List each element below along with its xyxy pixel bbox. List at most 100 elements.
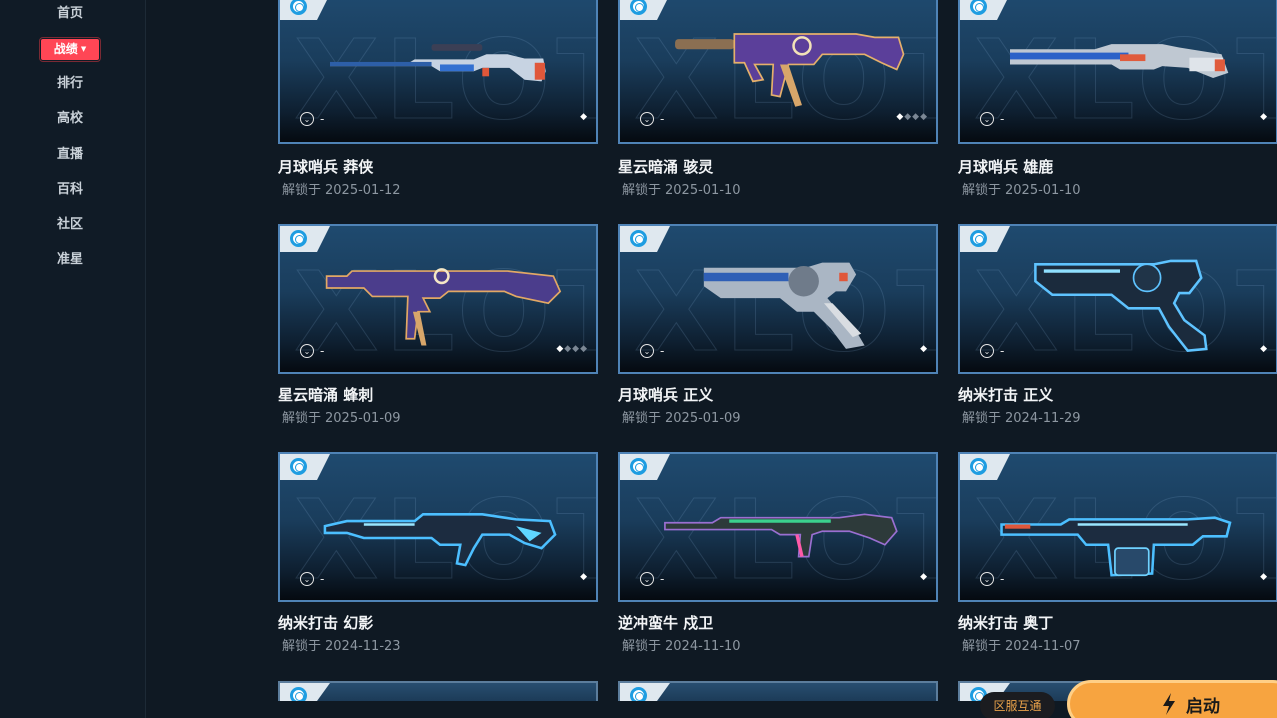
weapon-image xyxy=(664,513,898,558)
level-indicator: ◆ xyxy=(580,112,588,122)
skin-thumbnail[interactable]: XLOT ⌄ - ◆ xyxy=(958,452,1277,602)
level-indicator: ◆ xyxy=(1260,572,1268,582)
skin-card-partial[interactable] xyxy=(618,681,938,701)
skin-level-text: - xyxy=(320,572,325,586)
tier-ring-icon xyxy=(630,458,647,475)
weapon-image xyxy=(1034,259,1208,352)
skin-card[interactable]: XLOT ⌄ - ◆ 纳米打击 正义 解锁于2024-11-29 xyxy=(958,224,1277,426)
tier-ring-icon xyxy=(630,230,647,247)
sidebar-item-label: 首页 xyxy=(56,6,83,21)
skin-level-info: ⌄ - xyxy=(300,344,324,358)
launch-button[interactable]: 启动 xyxy=(1067,680,1277,718)
unlock-date-prefix: 解锁于 xyxy=(282,411,322,426)
skin-card[interactable]: XLOT ⌄ - ◆ 月球哨兵 雄鹿 解锁于2025-01-10 xyxy=(958,0,1277,198)
unlock-date-value: 2025-01-09 xyxy=(665,411,741,426)
skin-thumbnail[interactable]: XLOT ⌄ - ◆ xyxy=(618,452,938,602)
chevron-down-icon: ▼ xyxy=(80,45,87,53)
unlock-date: 解锁于 2025-01-09 xyxy=(278,407,401,426)
sidebar-item-community[interactable]: 社区 xyxy=(0,214,140,236)
sidebar-item-label: 百科 xyxy=(56,182,83,197)
skin-thumbnail[interactable]: XLOT ⌄ - ◆ xyxy=(618,224,938,374)
skin-thumbnail[interactable]: XLOT ⌄ - ◆ xyxy=(958,0,1277,144)
level-diamond-icon: ◆ xyxy=(564,344,573,354)
level-diamond-icon: ◆ xyxy=(1260,572,1268,582)
level-diamond-icon: ◆ xyxy=(580,112,588,122)
skin-level-text: - xyxy=(1000,344,1005,358)
skin-level-info: ⌄ - xyxy=(640,344,664,358)
skin-thumbnail[interactable]: XLOT ⌄ - ◆ xyxy=(958,224,1277,374)
unlock-date: 解锁于 2024-11-10 xyxy=(618,635,741,654)
skin-level-text: - xyxy=(660,572,665,586)
skin-level-text: - xyxy=(320,112,325,126)
unlock-date: 解锁于 2024-11-23 xyxy=(278,635,401,654)
sidebar-item-wiki[interactable]: 百科 xyxy=(0,179,140,201)
valorant-icon: ⌄ xyxy=(640,572,654,586)
skin-card[interactable]: XLOT ⌄ - ◆ 纳米打击 幻影 解锁于2024-11-23 xyxy=(278,452,598,654)
level-diamond-icon: ◆ xyxy=(904,112,913,122)
unlock-date-value: 2024-11-29 xyxy=(1005,411,1081,426)
unlock-date-value: 2024-11-07 xyxy=(1005,639,1081,654)
level-indicator: ◆ xyxy=(580,572,588,582)
unlock-date-value: 2024-11-10 xyxy=(665,639,741,654)
level-diamond-icon: ◆ xyxy=(1260,344,1268,354)
skin-card[interactable]: XLOT ⌄ - ◆◆◆◆ 星云暗涌 骇灵 解锁于2025-01-10 xyxy=(618,0,938,198)
sidebar-item-crosshair[interactable]: 准星 xyxy=(0,249,140,271)
region-interop-badge[interactable]: 区服互通 xyxy=(980,692,1055,718)
weapon-image xyxy=(323,513,557,567)
sidebar-item-ranking[interactable]: 排行 xyxy=(0,73,140,95)
weapon-image xyxy=(330,44,546,82)
skin-card[interactable]: XLOT ⌄ - ◆◆◆◆ 星云暗涌 蜂刺 解锁于2025-01-09 xyxy=(278,224,598,426)
skin-thumbnail[interactable]: XLOT ⌄ - ◆ xyxy=(278,0,598,144)
skin-name: 逆冲蛮牛 戍卫 xyxy=(618,614,714,632)
valorant-icon: ⌄ xyxy=(300,572,314,586)
unlock-date: 解锁于 2025-01-10 xyxy=(618,179,741,198)
skin-card[interactable]: XLOT ⌄ - ◆ 纳米打击 奥丁 解锁于2024-11-07 xyxy=(958,452,1277,654)
skin-name: 星云暗涌 蜂刺 xyxy=(278,386,374,404)
sidebar: 首页 战绩 ▼ 排行 高校 直播 百科 社区 准星 xyxy=(0,0,146,718)
sidebar-item-record[interactable]: 战绩 ▼ xyxy=(39,37,101,62)
sidebar-item-home[interactable]: 首页 xyxy=(0,3,140,25)
skin-thumbnail[interactable]: XLOT ⌄ - ◆◆◆◆ xyxy=(278,224,598,374)
tier-ring-icon xyxy=(970,230,987,247)
unlock-date-value: 2025-01-09 xyxy=(325,411,401,426)
skin-level-info: ⌄ - xyxy=(640,112,664,126)
sidebar-item-label: 高校 xyxy=(56,111,83,126)
skin-name: 月球哨兵 莽侠 xyxy=(278,158,374,176)
level-diamond-icon: ◆ xyxy=(572,344,581,354)
unlock-date-value: 2024-11-23 xyxy=(325,639,401,654)
skin-level-text: - xyxy=(320,344,325,358)
weapon-image xyxy=(1010,44,1229,78)
tier-ring-icon xyxy=(290,458,307,475)
sidebar-item-label: 直播 xyxy=(56,147,83,162)
tier-ring-icon xyxy=(970,458,987,475)
tier-ring-icon xyxy=(970,0,987,15)
skin-name: 纳米打击 正义 xyxy=(958,386,1054,404)
skin-card[interactable]: XLOT ⌄ - ◆ 逆冲蛮牛 戍卫 解锁于2024-11-10 xyxy=(618,452,938,654)
sidebar-item-label: 社区 xyxy=(56,217,83,232)
skin-name: 纳米打击 幻影 xyxy=(278,614,374,632)
level-diamond-icon: ◆ xyxy=(920,112,928,122)
unlock-date-prefix: 解锁于 xyxy=(622,639,662,654)
sidebar-item-live[interactable]: 直播 xyxy=(0,144,140,166)
unlock-date: 解锁于 2025-01-09 xyxy=(618,407,741,426)
skin-level-info: ⌄ - xyxy=(640,572,664,586)
sidebar-item-college[interactable]: 高校 xyxy=(0,108,140,130)
tier-ring-icon xyxy=(290,230,307,247)
skin-card[interactable]: XLOT ⌄ - ◆ 月球哨兵 莽侠 解锁于2025-01-12 xyxy=(278,0,598,198)
level-diamond-icon: ◆ xyxy=(912,112,921,122)
sidebar-item-label: 战绩 xyxy=(53,42,78,56)
valorant-icon: ⌄ xyxy=(300,344,314,358)
skin-level-text: - xyxy=(660,344,665,358)
skin-level-text: - xyxy=(660,112,665,126)
level-indicator: ◆◆◆◆ xyxy=(896,112,928,122)
skin-card[interactable]: XLOT ⌄ - ◆ 月球哨兵 正义 解锁于2025-01-09 xyxy=(618,224,938,426)
skin-level-info: ⌄ - xyxy=(980,344,1004,358)
skin-level-text: - xyxy=(1000,572,1005,586)
level-diamond-icon: ◆ xyxy=(920,344,928,354)
tier-ring-icon xyxy=(630,0,647,15)
skin-level-info: ⌄ - xyxy=(980,112,1004,126)
skin-card-partial[interactable] xyxy=(278,681,598,701)
skin-thumbnail[interactable]: XLOT ⌄ - ◆ xyxy=(278,452,598,602)
skin-thumbnail[interactable]: XLOT ⌄ - ◆◆◆◆ xyxy=(618,0,938,144)
unlock-date-prefix: 解锁于 xyxy=(282,183,322,198)
